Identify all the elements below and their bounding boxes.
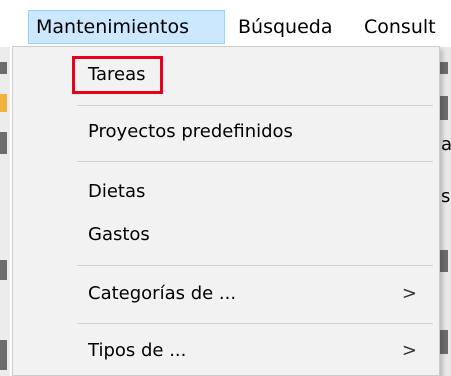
background-window-right-mark (440, 62, 448, 74)
background-window-left-mark (0, 260, 7, 280)
menu-separator (77, 105, 433, 106)
menu-item-proyectos-predefinidos[interactable]: Proyectos predefinidos (13, 113, 439, 151)
background-window-left-accent (0, 94, 7, 112)
menu-item-label: Proyectos predefinidos (88, 121, 293, 142)
menu-item-dietas[interactable]: Dietas (13, 173, 439, 211)
menu-item-label: Tipos de ... (88, 340, 187, 361)
menu-separator (77, 323, 433, 324)
submenu-arrow-icon: > (401, 283, 417, 304)
menu-item-tipos[interactable]: Tipos de ... > (13, 332, 439, 370)
background-window-right-mark (440, 250, 448, 272)
menu-bar: Mantenimientos Búsqueda Consult (0, 0, 451, 47)
screen: a s Mantenimientos Búsqueda Consult Tare… (0, 0, 451, 376)
menu-consultas[interactable]: Consult (357, 10, 443, 44)
submenu-arrow-icon: > (401, 340, 417, 361)
menu-item-label: Gastos (88, 224, 150, 245)
menu-mantenimientos[interactable]: Mantenimientos (28, 10, 225, 44)
menu-item-label: Dietas (88, 181, 146, 202)
highlight-annotation (72, 56, 163, 94)
menu-item-label: Categorías de ... (88, 283, 237, 304)
background-text-fragment: s (441, 186, 451, 207)
mantenimientos-dropdown: Tareas Proyectos predefinidos Dietas Gas… (12, 46, 440, 376)
background-text-fragment: a (441, 134, 451, 155)
background-window-left-mark (0, 132, 7, 154)
background-window-left-mark (0, 340, 7, 370)
menu-separator (77, 161, 433, 162)
menu-separator (77, 265, 433, 266)
background-window-left-mark (0, 62, 7, 74)
background-window-right-mark (440, 330, 448, 354)
menu-item-gastos[interactable]: Gastos (13, 216, 439, 254)
background-window-right-mark (440, 96, 448, 120)
menu-item-categorias[interactable]: Categorías de ... > (13, 275, 439, 313)
menu-busqueda[interactable]: Búsqueda (231, 10, 339, 44)
